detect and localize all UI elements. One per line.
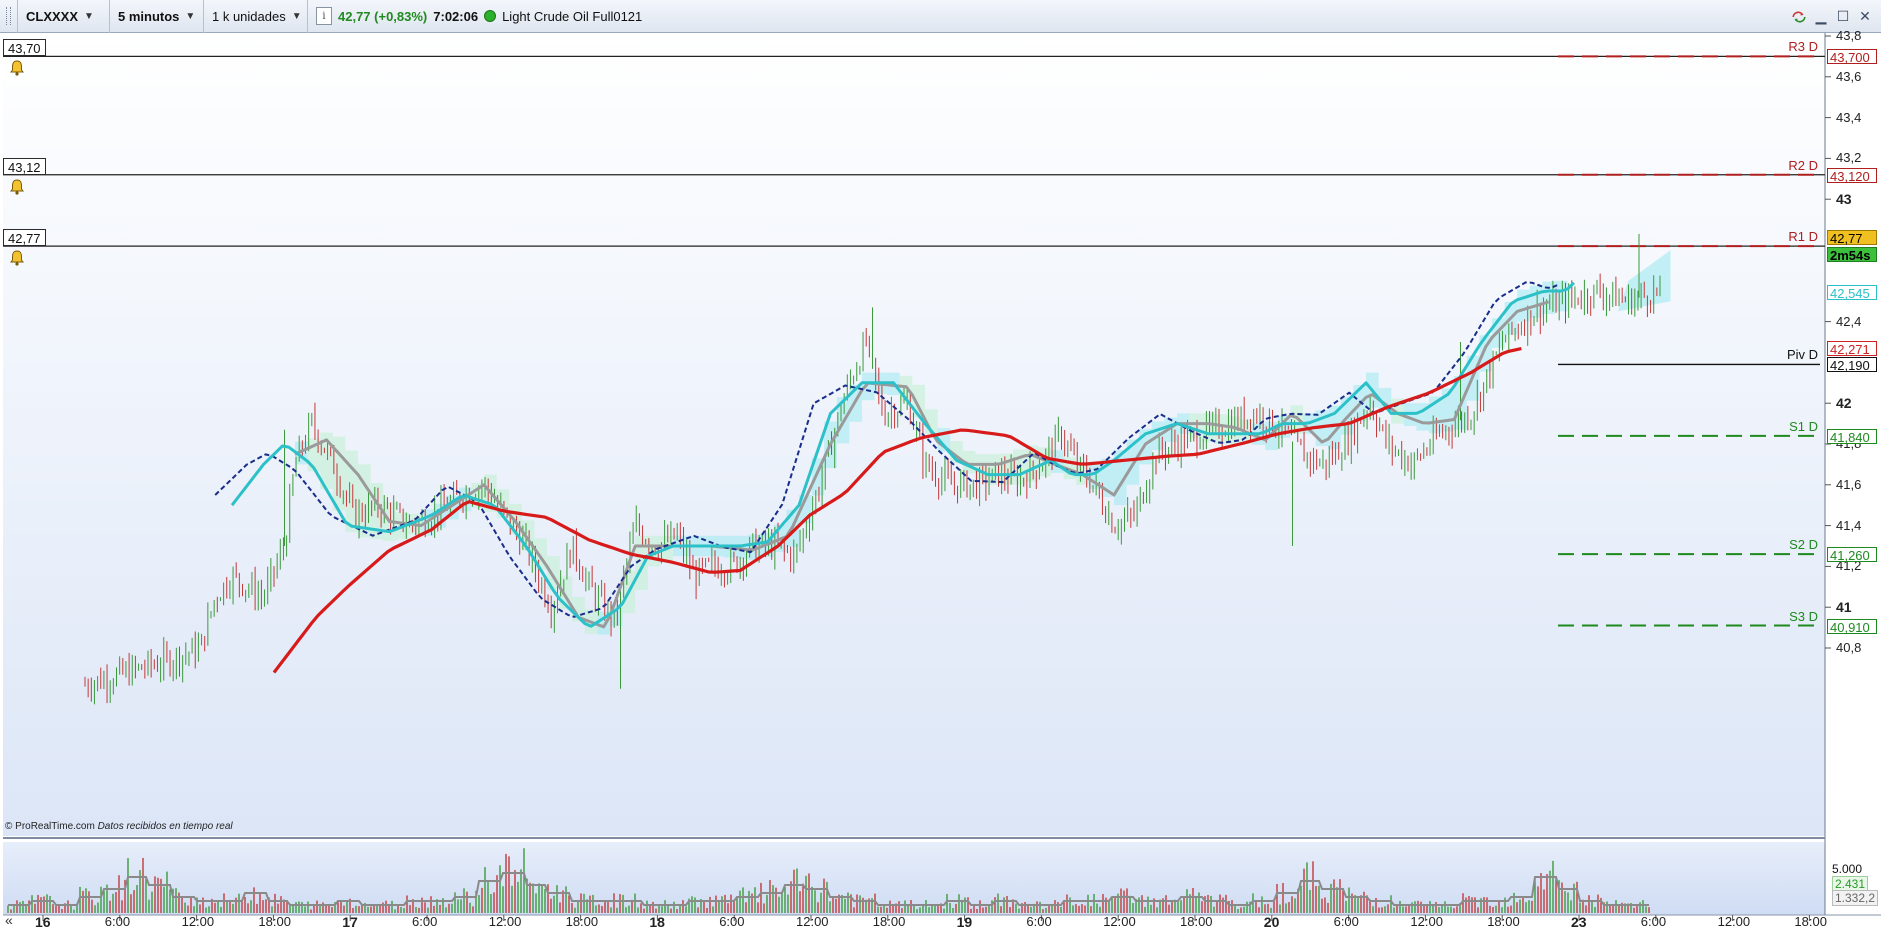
time-axis-label: 6:00 <box>1333 914 1359 929</box>
price-axis-label: 43,4 <box>1836 109 1862 125</box>
cloud-segment <box>1214 414 1228 444</box>
time-axis-label: 12:00 <box>181 914 215 929</box>
countdown-tag: 2m54s <box>1827 247 1877 263</box>
copyright-brand: © ProRealTime.com <box>5 821 95 832</box>
symbol-selector[interactable]: CLXXXX ▼ <box>18 0 110 33</box>
quote-time: 7:02:06 <box>433 8 479 24</box>
time-axis-label: 19 <box>956 914 973 930</box>
pivot-price-tag: 43,120 <box>1827 167 1877 184</box>
time-axis-label: 12:00 <box>1410 914 1443 929</box>
time-axis-label: 6:00 <box>412 914 438 929</box>
time-axis-label: 12:00 <box>1717 914 1751 929</box>
toolbar-grip[interactable] <box>0 0 18 33</box>
time-axis-label: 12:00 <box>488 914 522 929</box>
alert-level-label[interactable]: 43,12 <box>3 157 46 175</box>
time-axis-label: 18:00 <box>565 914 599 929</box>
time-axis-label: 17 <box>342 914 358 930</box>
pivot-level-label: R3 D <box>1788 39 1818 55</box>
symbol-label: CLXXXX <box>26 8 79 24</box>
toolbar: CLXXXX ▼ 5 minutos ▼ 1 k unidades ▼ i 42… <box>0 0 1881 33</box>
time-axis-label: 12:00 <box>796 914 829 929</box>
alert-level-label[interactable]: 42,77 <box>3 229 46 247</box>
pivot-price-tag: 41,260 <box>1827 547 1877 563</box>
price-axis-label: 43 <box>1836 191 1852 208</box>
pivot-level-label: R2 D <box>1788 157 1818 173</box>
time-axis-label: 20 <box>1263 914 1280 930</box>
live-status-icon <box>484 10 497 22</box>
chevron-down-icon: ▼ <box>84 10 94 22</box>
realtime-note: Datos recibidos en tiempo real <box>97 821 233 832</box>
price-axis-label: 41,4 <box>1836 517 1862 533</box>
units-selector[interactable]: 1 k unidades ▼ <box>204 0 308 33</box>
price-axis-label: 42 <box>1836 395 1852 412</box>
time-axis-label: 16 <box>35 914 51 930</box>
price-axis-label: 43,2 <box>1836 150 1862 166</box>
price-axis-label: 40,8 <box>1836 640 1862 655</box>
info-icon[interactable]: i <box>316 7 332 25</box>
chevron-down-icon: ▼ <box>185 10 196 22</box>
minimize-icon[interactable]: ▁ <box>1813 8 1829 25</box>
pivot-level-label: S1 D <box>1789 418 1818 434</box>
pivot-level-label: S2 D <box>1789 537 1818 553</box>
time-axis-label: 18:00 <box>1487 914 1520 929</box>
price-axis-label: 43,8 <box>1836 28 1862 43</box>
pivot-price-tag: 42,190 <box>1827 357 1877 373</box>
pivot-level-label: R1 D <box>1788 229 1818 245</box>
maximize-icon[interactable]: ☐ <box>1835 8 1851 25</box>
time-axis-label: 18:00 <box>258 914 291 929</box>
pivot-price-tag: 40,910 <box>1827 618 1877 635</box>
volume-axis-top: 5.000 <box>1832 862 1863 876</box>
pivot-price-tag: 41,840 <box>1827 428 1877 445</box>
timeframe-label: 5 minutos <box>118 8 180 24</box>
time-axis-label: 12:00 <box>1103 914 1136 929</box>
time-axis-label: 6:00 <box>104 914 131 929</box>
alert-level-label[interactable]: 43,70 <box>3 39 46 57</box>
bell-icon[interactable] <box>8 249 26 267</box>
time-axis-label: 18:00 <box>1180 914 1213 929</box>
price-chart[interactable] <box>0 33 1881 934</box>
quote-info: i 42,77 (+0,83%) 7:02:06 Light Crude Oil… <box>308 0 650 33</box>
chart-window: CLXXXX ▼ 5 minutos ▼ 1 k unidades ▼ i 42… <box>0 0 1881 934</box>
pivot-level-label: Piv D <box>1786 347 1818 363</box>
pivot-price-tag: 43,700 <box>1827 49 1877 65</box>
scroll-left-button[interactable]: « <box>5 912 13 928</box>
time-axis-label: 6:00 <box>719 914 745 929</box>
time-axis-label: 6:00 <box>1640 914 1667 929</box>
chevron-down-icon: ▼ <box>291 10 302 22</box>
last-price-change: 42,77 (+0,83%) <box>338 8 428 24</box>
price-axis-label: 42,4 <box>1836 313 1862 329</box>
grip-icon <box>6 7 11 25</box>
time-axis-label: 23 <box>1571 914 1587 930</box>
time-axis-label: 6:00 <box>1026 914 1052 929</box>
close-icon[interactable]: ✕ <box>1857 8 1873 25</box>
units-label: 1 k unidades <box>212 8 286 24</box>
volume-average-tag: 1.332,2 <box>1832 890 1879 906</box>
price-axis-label: 41 <box>1836 599 1852 616</box>
price-pane-bg <box>3 33 1825 836</box>
price-axis-label: 41,6 <box>1836 476 1862 492</box>
time-axis-label: 18:00 <box>1794 914 1827 929</box>
sync-icon[interactable] <box>1791 9 1807 25</box>
instrument-name: Light Crude Oil Full0121 <box>502 8 643 24</box>
current-price-tag: 42,77 <box>1827 230 1877 246</box>
pivot-level-label: S3 D <box>1789 608 1818 624</box>
time-axis-label: 18 <box>649 914 665 930</box>
bell-icon[interactable] <box>8 59 26 77</box>
price-axis-label: 43,6 <box>1836 68 1862 84</box>
timeframe-selector[interactable]: 5 minutos ▼ <box>110 0 204 33</box>
ma-cyan-tag: 42,545 <box>1827 285 1877 301</box>
ma-red-tag: 42,271 <box>1827 340 1877 357</box>
bell-icon[interactable] <box>8 178 26 196</box>
copyright-note: © ProRealTime.com Datos recibidos en tie… <box>5 821 233 832</box>
time-axis-label: 18:00 <box>872 914 906 929</box>
